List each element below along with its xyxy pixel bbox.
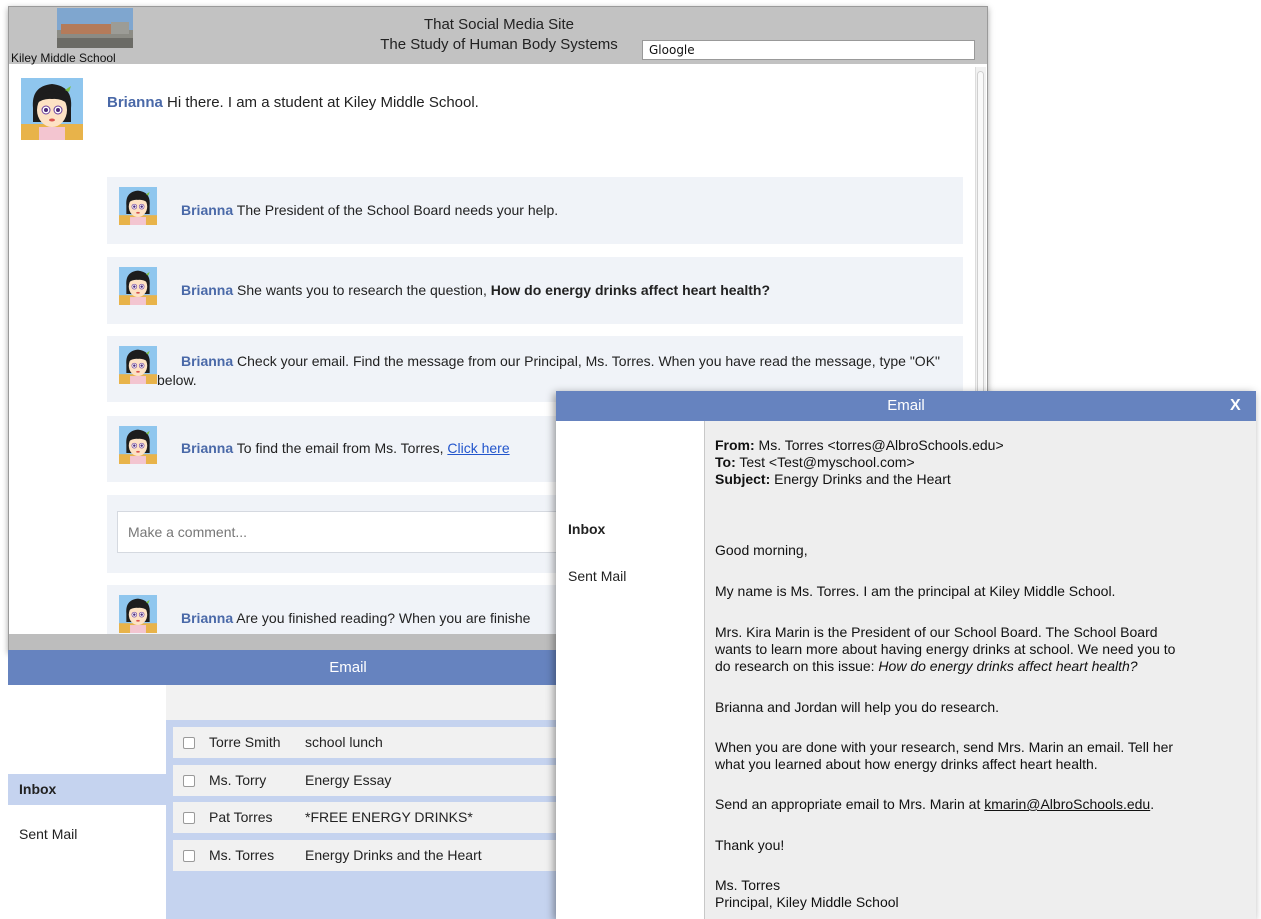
post-text: Brianna The President of the School Boar… — [181, 201, 558, 220]
paragraph: When you are done with your research, se… — [715, 739, 1174, 755]
list-toolbar — [166, 685, 568, 720]
mail-sender: Pat Torres — [209, 809, 273, 825]
nav-sent-mail[interactable]: Sent Mail — [568, 568, 626, 584]
post-message: Hi there. I am a student at Kiley Middle… — [162, 94, 479, 111]
mail-checkbox[interactable] — [183, 812, 195, 824]
post-text: Brianna Are you finished reading? When y… — [181, 609, 530, 628]
post-message: Are you finished reading? When you are f… — [233, 610, 531, 626]
post-text: Brianna Hi there. I am a student at Kile… — [107, 94, 479, 111]
paragraph: wants to learn more about having energy … — [715, 641, 1176, 657]
subject-line: Subject: Energy Drinks and the Heart — [715, 471, 951, 487]
greeting: Good morning, — [715, 542, 808, 558]
paragraph: do research on this issue: How do energy… — [715, 658, 1138, 674]
nav-inbox[interactable]: Inbox — [8, 774, 166, 805]
reply-post: Brianna The President of the School Boar… — [107, 177, 963, 244]
email-message-window: Email X Inbox Sent Mail From: Ms. Torres… — [556, 391, 1256, 919]
post-message: She wants you to research the question, — [233, 282, 491, 298]
school-photo — [57, 8, 133, 48]
mail-checkbox[interactable] — [183, 737, 195, 749]
from-line: From: Ms. Torres <torres@AlbroSchools.ed… — [715, 437, 1004, 453]
post-message: To find the email from Ms. Torres, — [233, 440, 448, 456]
click-here-link[interactable]: Click here — [447, 440, 509, 456]
post-message: The President of the School Board needs … — [233, 202, 559, 218]
paragraph: Brianna and Jordan will help you do rese… — [715, 699, 1000, 715]
site-title: That Social Media Site — [423, 16, 575, 33]
paragraph: what you learned about how energy drinks… — [715, 756, 1098, 772]
brianna-avatar — [21, 78, 83, 140]
school-name: Kiley Middle School — [11, 51, 116, 65]
email-message-title: Email — [556, 391, 1256, 421]
inbox-list: Torre Smith school lunch Ms. Torry Energ… — [166, 720, 568, 919]
brianna-avatar — [119, 187, 157, 225]
brianna-avatar — [119, 267, 157, 305]
post-text: Brianna She wants you to research the qu… — [181, 281, 770, 300]
mail-checkbox[interactable] — [183, 850, 195, 862]
post-author: Brianna — [181, 610, 234, 626]
post-author: Brianna — [181, 353, 234, 369]
paragraph: My name is Ms. Torres. I am the principa… — [715, 583, 1116, 599]
nav-inbox[interactable]: Inbox — [568, 521, 605, 537]
signature-title: Principal, Kiley Middle School — [715, 894, 899, 910]
mail-row[interactable]: Ms. Torres Energy Drinks and the Heart — [173, 840, 568, 871]
mail-sender: Torre Smith — [209, 734, 281, 750]
mail-sender: Ms. Torres — [209, 847, 275, 863]
paragraph: Send an appropriate email to Mrs. Marin … — [715, 796, 1155, 812]
post-author: Brianna — [181, 282, 234, 298]
mail-sender: Ms. Torry — [209, 772, 267, 788]
mail-row[interactable]: Pat Torres *FREE ENERGY DRINKS* — [173, 802, 568, 833]
mail-row[interactable]: Torre Smith school lunch — [173, 727, 568, 758]
nav-sent-mail[interactable]: Sent Mail — [8, 826, 77, 842]
email-list-title: Email — [8, 650, 568, 685]
post-author: Brianna — [181, 440, 234, 456]
social-header: Kiley Middle School That Social Media Si… — [9, 7, 987, 65]
search-input[interactable]: Gloogle — [642, 40, 975, 60]
site-subtitle: The Study of Human Body Systems — [380, 36, 618, 53]
post-author: Brianna — [107, 94, 163, 111]
mail-checkbox[interactable] — [183, 775, 195, 787]
close-button[interactable]: X — [1230, 391, 1250, 421]
post-author: Brianna — [181, 202, 234, 218]
brianna-avatar — [119, 595, 157, 633]
brianna-avatar — [119, 426, 157, 464]
marin-email-link[interactable]: kmarin@AlbroSchools.edu — [984, 796, 1150, 812]
email-body: From: Ms. Torres <torres@AlbroSchools.ed… — [704, 421, 1256, 919]
mail-subject: school lunch — [305, 734, 383, 750]
paragraph: Mrs. Kira Marin is the President of our … — [715, 624, 1158, 640]
brianna-avatar — [119, 346, 157, 384]
mail-subject: Energy Drinks and the Heart — [305, 847, 482, 863]
post-text: Brianna To find the email from Ms. Torre… — [181, 439, 510, 458]
research-question: How do energy drinks affect heart health… — [490, 282, 771, 298]
signature-name: Ms. Torres — [715, 877, 781, 893]
post-text: Brianna Check your email. Find the messa… — [157, 352, 947, 390]
post-message: Check your email. Find the message from … — [157, 353, 941, 388]
mail-subject: *FREE ENERGY DRINKS* — [305, 809, 473, 825]
main-post: Brianna Hi there. I am a student at Kile… — [21, 78, 961, 168]
email-list-window: Email Inbox Sent Mail Torre Smith school… — [8, 650, 568, 919]
mail-row[interactable]: Ms. Torry Energy Essay — [173, 765, 568, 796]
closing: Thank you! — [715, 837, 785, 853]
to-line: To: Test <Test@myschool.com> — [715, 454, 915, 470]
mail-subject: Energy Essay — [305, 772, 392, 788]
reply-post: Brianna She wants you to research the qu… — [107, 257, 963, 324]
